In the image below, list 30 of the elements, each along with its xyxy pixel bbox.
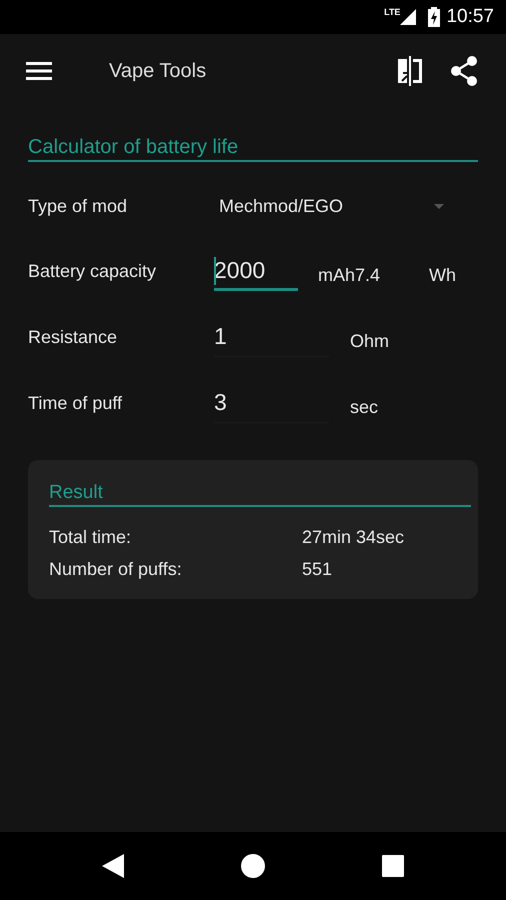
home-icon[interactable]	[241, 854, 265, 878]
dropdown-caret-icon	[434, 204, 444, 208]
input-field[interactable]: 2000	[214, 251, 298, 291]
unit-label: Ohm	[350, 330, 390, 352]
compare-icon[interactable]	[396, 56, 424, 86]
menu-icon[interactable]	[26, 61, 52, 81]
signal-icon	[400, 9, 416, 25]
share-icon[interactable]	[450, 56, 478, 86]
result-label: Total time:	[49, 526, 132, 548]
field-label: Time of puff	[28, 392, 124, 414]
field-label: Resistance	[28, 326, 118, 348]
input-field[interactable]: 3	[214, 383, 329, 423]
result-value: 551	[302, 558, 332, 580]
app-title: Vape Tools	[109, 60, 208, 82]
input-field[interactable]: 1	[214, 317, 329, 357]
clock-time: 10:57	[446, 6, 494, 28]
unit-label: mAh	[318, 264, 356, 286]
section-title: Calculator of battery life	[28, 136, 478, 162]
unit-label: sec	[350, 396, 378, 418]
field-label: Battery capacity	[28, 260, 158, 282]
result-label: Number of puffs:	[49, 558, 183, 580]
field-label: Type of mod	[28, 196, 128, 216]
battery-charging-icon	[428, 7, 440, 27]
energy-value: 7.4	[355, 264, 382, 286]
result-title: Result	[49, 482, 471, 507]
result-value: 27min 34sec	[302, 526, 404, 548]
unit-label: Wh	[429, 264, 456, 286]
network-type: LTE	[384, 7, 400, 17]
back-icon[interactable]	[102, 854, 124, 878]
mod-type-dropdown[interactable]: Mechmod/EGO	[214, 196, 444, 216]
